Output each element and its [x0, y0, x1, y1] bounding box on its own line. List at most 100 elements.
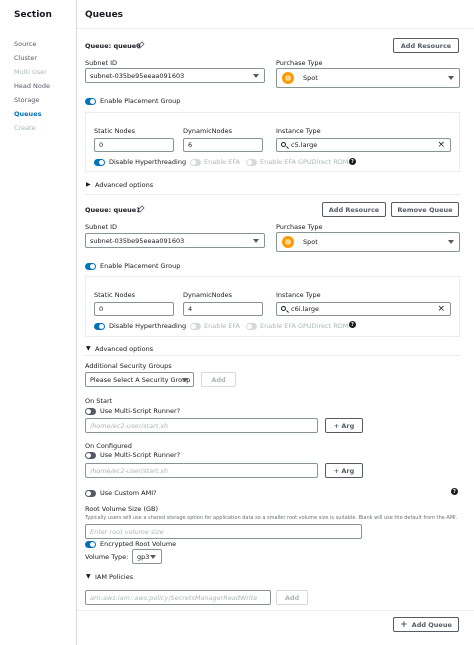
volume-type-value: gp3: [137, 552, 150, 561]
sidebar-item-head-node[interactable]: Head Node: [14, 82, 50, 90]
security-groups-select[interactable]: Please Select A Security Group: [85, 372, 194, 387]
footer-divider: [77, 610, 474, 611]
sidebar-item-queues[interactable]: Queues: [14, 110, 41, 118]
edit-icon[interactable]: [137, 205, 145, 213]
iam-policy-input[interactable]: arn:aws:iam::aws:policy/SecretsManagerRe…: [85, 590, 271, 605]
add-queue-button[interactable]: + Add Queue: [393, 617, 459, 632]
queue0-subnet-select[interactable]: subnet-035be95eeaa091603: [85, 68, 265, 83]
root-volume-input[interactable]: Enter root volume size: [85, 524, 362, 539]
queue0-dynamic-input[interactable]: 6: [183, 138, 263, 152]
queue-divider: [85, 194, 460, 195]
queue1-subnet-value: subnet-035be95eeaa091603: [90, 236, 185, 245]
sidebar-item-multi-user: Multi User: [14, 68, 47, 76]
queue1-instance-value: c6i.large: [291, 305, 320, 313]
add-security-group-button[interactable]: Add: [201, 372, 236, 387]
on-configured-multi-script-label: Use Multi-Script Runner?: [100, 451, 181, 459]
queue1-advanced-toggle[interactable]: Advanced options: [95, 345, 153, 353]
queue0-hyperthreading-toggle[interactable]: [94, 159, 105, 166]
chevron-down-icon: [253, 73, 259, 78]
encrypted-root-volume-toggle[interactable]: [85, 541, 96, 548]
queue0-subnet-label: Subnet ID: [85, 59, 118, 67]
queue1-placement-toggle[interactable]: [85, 263, 96, 270]
queue1-subnet-label: Subnet ID: [85, 223, 118, 231]
chevron-down-icon: [448, 240, 454, 244]
on-start-multi-script-toggle[interactable]: [85, 408, 96, 415]
queue0-instance-input[interactable]: c5.large ×: [276, 138, 451, 152]
chevron-down-icon: [182, 377, 188, 382]
add-queue-label: Add Queue: [411, 620, 452, 629]
clear-icon[interactable]: ×: [437, 304, 445, 314]
add-resource-button[interactable]: Add Resource: [322, 202, 386, 217]
help-icon[interactable]: ?: [451, 488, 458, 495]
queue1-hyperthreading-toggle[interactable]: [94, 323, 105, 330]
plus-icon: +: [400, 619, 408, 630]
queue0-advanced-toggle[interactable]: Advanced options: [95, 181, 153, 189]
sidebar: Section Source Cluster Multi User Head N…: [0, 0, 77, 645]
queue1-efa-toggle: [190, 323, 201, 330]
queue1-placement-label: Enable Placement Group: [100, 262, 181, 270]
queue1-efa-rdma-toggle: [246, 323, 257, 330]
queue0-purchase-select[interactable]: Spot: [276, 68, 460, 88]
root-volume-help-text: Typically users will use a shared storag…: [85, 515, 458, 521]
chevron-down-icon: [448, 76, 454, 80]
page-title: Queues: [85, 10, 124, 20]
caret-down-icon[interactable]: ▼: [86, 345, 91, 352]
on-configured-label: On Configured: [85, 442, 132, 450]
add-resource-button[interactable]: Add Resource: [393, 38, 459, 53]
caret-down-icon[interactable]: ▼: [86, 573, 91, 580]
queue0-placement-toggle[interactable]: [85, 98, 96, 105]
on-configured-script-input[interactable]: /home/ec2-user/start.sh: [85, 463, 318, 478]
title-divider: [77, 28, 474, 29]
volume-type-select[interactable]: gp3: [132, 549, 162, 564]
queue1-dynamic-input[interactable]: 4: [183, 302, 263, 316]
volume-type-label: Volume Type:: [85, 553, 129, 561]
edit-icon[interactable]: [137, 41, 145, 49]
queue0-instance-label: Instance Type: [276, 127, 321, 135]
queue0-static-label: Static Nodes: [94, 127, 136, 135]
queue1-hyperthreading-label: Disable Hyperthreading: [109, 322, 187, 330]
queue0-subnet-value: subnet-035be95eeaa091603: [90, 71, 185, 80]
sidebar-item-cluster[interactable]: Cluster: [14, 54, 37, 62]
clear-icon[interactable]: ×: [437, 140, 445, 150]
on-start-script-input[interactable]: /home/ec2-user/start.sh: [85, 418, 318, 433]
custom-ami-label: Use Custom AMI?: [100, 489, 157, 497]
iam-policies-toggle[interactable]: IAM Policies: [95, 573, 133, 581]
security-groups-value: Please Select A Security Group: [90, 375, 191, 384]
queue0-instance-value: c5.large: [291, 141, 318, 149]
advanced-divider: [85, 355, 460, 356]
queue0-purchase-value: Spot: [303, 74, 318, 82]
sidebar-item-source[interactable]: Source: [14, 40, 36, 48]
iam-add-button[interactable]: Add: [276, 590, 308, 605]
queue1-purchase-select[interactable]: Spot: [276, 232, 460, 252]
queue0-static-input[interactable]: 0: [94, 138, 174, 152]
queue0-efa-label: Enable EFA: [204, 158, 240, 166]
search-icon: [281, 142, 286, 147]
on-configured-multi-script-toggle[interactable]: [85, 452, 96, 459]
queue1-purchase-value: Spot: [303, 238, 318, 246]
queue1-dynamic-label: DynamicNodes: [183, 291, 233, 299]
spot-icon: [282, 72, 294, 84]
queue1-instance-input[interactable]: c6i.large ×: [276, 302, 451, 316]
chevron-down-icon: [150, 554, 156, 559]
queue0-hyperthreading-label: Disable Hyperthreading: [109, 158, 187, 166]
sidebar-item-storage[interactable]: Storage: [14, 96, 39, 104]
queue1-static-input[interactable]: 0: [94, 302, 174, 316]
queue1-efa-rdma-label: Enable EFA GPUDirect RDMA: [260, 322, 353, 330]
custom-ami-toggle[interactable]: [85, 490, 96, 497]
on-start-label: On Start: [85, 397, 113, 405]
queue0-purchase-label: Purchase Type: [276, 59, 323, 67]
queue1-purchase-label: Purchase Type: [276, 223, 323, 231]
remove-queue-button[interactable]: Remove Queue: [391, 202, 459, 217]
root-volume-label: Root Volume Size (GB): [85, 505, 159, 513]
on-configured-add-arg-button[interactable]: + Arg: [325, 463, 363, 478]
queue0-efa-rdma-label: Enable EFA GPUDirect RDMA: [260, 158, 353, 166]
encrypted-root-volume-label: Encrypted Root Volume: [100, 540, 177, 548]
queue1-subnet-select[interactable]: subnet-035be95eeaa091603: [85, 233, 265, 248]
caret-right-icon[interactable]: ▶: [86, 181, 91, 188]
help-icon[interactable]: ?: [349, 158, 356, 165]
on-start-add-arg-button[interactable]: + Arg: [325, 418, 363, 433]
queue1-instance-label: Instance Type: [276, 291, 321, 299]
sidebar-item-create: Create: [14, 124, 36, 132]
on-start-multi-script-label: Use Multi-Script Runner?: [100, 407, 181, 415]
help-icon[interactable]: ?: [349, 321, 356, 328]
